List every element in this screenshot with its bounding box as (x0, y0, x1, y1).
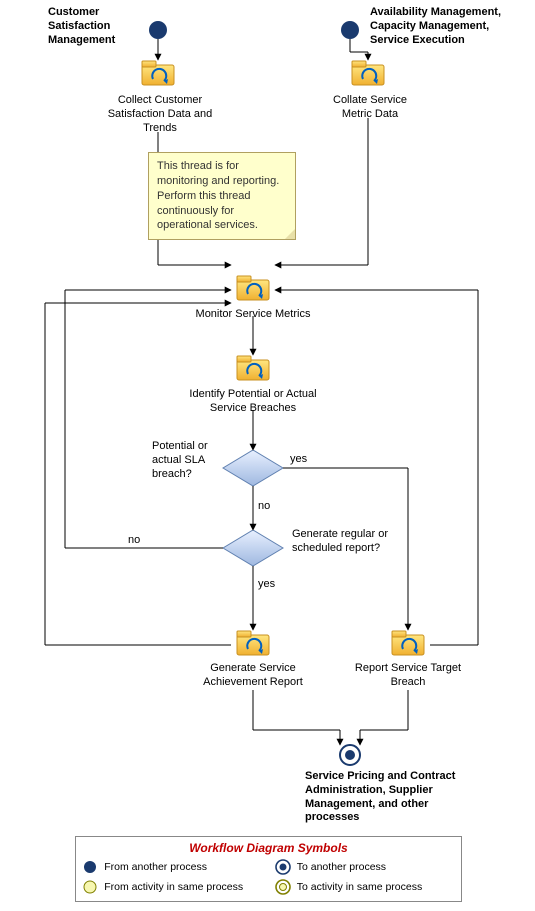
start-event-left (149, 21, 167, 39)
end-event-label: Service Pricing and Contract Administrat… (305, 770, 475, 825)
legend-from-activity-label: From activity in same process (104, 881, 243, 893)
activity-identify-icon (237, 356, 269, 380)
activity-genreport-label: Generate Service Achievement Report (188, 662, 318, 690)
activity-monitor-label: Monitor Service Metrics (183, 308, 323, 322)
legend-to-activity: To activity in same process (275, 879, 455, 895)
legend-to-another-label: To another process (297, 861, 386, 873)
activity-reportbreach-label: Report Service Target Breach (353, 662, 463, 690)
start-event-right (341, 21, 359, 39)
activity-collate-icon (352, 61, 384, 85)
activity-collate-label: Collate Service Metric Data (320, 94, 420, 122)
legend-to-another: To another process (275, 859, 455, 875)
decision-d1 (223, 450, 283, 486)
activity-monitor-icon (237, 276, 269, 300)
decision-d1-question: Potential or actual SLA breach? (152, 440, 232, 481)
decision-d2-question: Generate regular or scheduled report? (292, 528, 392, 556)
activity-collect-label: Collect Customer Satisfaction Data and T… (95, 94, 225, 135)
legend-to-activity-label: To activity in same process (297, 881, 422, 893)
decision-d1-yes: yes (290, 453, 307, 467)
decision-d2 (223, 530, 283, 566)
activity-identify-label: Identify Potential or Actual Service Bre… (183, 388, 323, 416)
legend-title: Workflow Diagram Symbols (76, 841, 461, 855)
end-event (340, 745, 360, 765)
activity-genreport-icon (237, 631, 269, 655)
activity-reportbreach-icon (392, 631, 424, 655)
annotation-note: This thread is for monitoring and report… (148, 152, 296, 240)
header-left: Customer Satisfaction Management (48, 6, 143, 47)
legend-from-activity: From activity in same process (82, 879, 262, 895)
decision-d1-no: no (258, 500, 270, 514)
legend: Workflow Diagram Symbols From another pr… (75, 836, 462, 902)
activity-collect-icon (142, 61, 174, 85)
decision-d2-no: no (128, 534, 140, 548)
decision-d2-yes: yes (258, 578, 275, 592)
header-right: Availability Management, Capacity Manage… (370, 6, 530, 47)
legend-from-another: From another process (82, 859, 262, 875)
legend-from-another-label: From another process (104, 861, 207, 873)
